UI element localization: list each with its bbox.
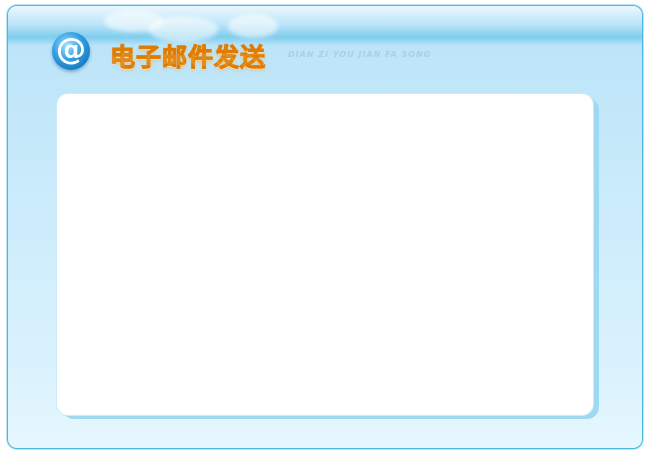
at-sign-glyph: @ bbox=[56, 32, 86, 67]
content-panel bbox=[56, 93, 594, 416]
page-title-pinyin: DIAN ZI YOU JIAN FA SONG bbox=[288, 50, 432, 59]
email-send-window: @ 电子邮件发送 电子邮件发送 DIAN ZI YOU JIAN FA SONG bbox=[7, 5, 643, 449]
page-title-reflection: 电子邮件发送 bbox=[110, 52, 267, 67]
cloud-decoration bbox=[228, 14, 278, 38]
at-sign-icon: @ bbox=[52, 32, 90, 70]
header-band bbox=[8, 6, 642, 46]
